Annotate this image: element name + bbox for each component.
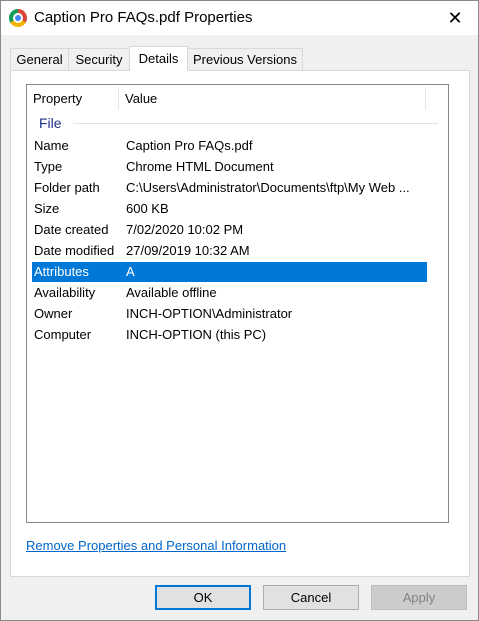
column-header-property[interactable]: Property — [27, 85, 118, 112]
details-list[interactable]: Property Value File Name Caption Pro FAQ… — [26, 84, 449, 523]
property-name: Date modified — [34, 243, 115, 258]
chrome-icon — [9, 9, 27, 27]
details-panel: Property Value File Name Caption Pro FAQ… — [10, 70, 470, 577]
list-item[interactable]: Date created 7/02/2020 10:02 PM — [32, 220, 427, 240]
property-name: Type — [34, 159, 63, 174]
remove-properties-link[interactable]: Remove Properties and Personal Informati… — [26, 538, 286, 553]
property-value: A — [126, 264, 135, 279]
property-value: 27/09/2019 10:32 AM — [126, 243, 250, 258]
tab-details[interactable]: Details — [129, 46, 188, 71]
tab-security[interactable]: Security — [68, 48, 130, 70]
group-header-file[interactable]: File — [27, 113, 448, 133]
tab-previous-versions[interactable]: Previous Versions — [187, 48, 303, 70]
property-value: INCH-OPTION (this PC) — [126, 327, 267, 342]
list-item[interactable]: Computer INCH-OPTION (this PC) — [32, 325, 427, 345]
list-header: Property Value — [27, 85, 448, 112]
property-name: Date created — [34, 222, 109, 237]
column-header-value[interactable]: Value — [119, 85, 425, 112]
close-button[interactable]: ✕ — [432, 1, 478, 35]
list-item[interactable]: Owner INCH-OPTION\Administrator — [32, 304, 427, 324]
list-item[interactable]: Type Chrome HTML Document — [32, 157, 427, 177]
list-item[interactable]: Size 600 KB — [32, 199, 427, 219]
property-value: Chrome HTML Document — [126, 159, 274, 174]
close-icon: ✕ — [447, 7, 463, 28]
property-name: Name — [34, 138, 69, 153]
column-divider[interactable] — [425, 87, 426, 110]
property-value: Available offline — [126, 285, 217, 300]
property-value: 7/02/2020 10:02 PM — [126, 222, 244, 237]
property-value: Caption Pro FAQs.pdf — [126, 138, 253, 153]
property-value: INCH-OPTION\Administrator — [126, 306, 293, 321]
list-item[interactable]: Date modified 27/09/2019 10:32 AM — [32, 241, 427, 261]
list-item[interactable]: Name Caption Pro FAQs.pdf — [32, 136, 427, 156]
list-item-selected[interactable]: Attributes A — [32, 262, 427, 282]
title-bar: Caption Pro FAQs.pdf Properties ✕ — [1, 1, 478, 35]
ok-button[interactable]: OK — [155, 585, 251, 610]
property-name: Attributes — [34, 264, 89, 279]
property-name: Owner — [34, 306, 73, 321]
apply-button[interactable]: Apply — [371, 585, 467, 610]
property-name: Computer — [34, 327, 92, 342]
tab-general[interactable]: General — [10, 48, 69, 70]
property-name: Size — [34, 201, 60, 216]
property-value: C:\Users\Administrator\Documents\ftp\My … — [126, 180, 410, 195]
property-name: Folder path — [34, 180, 100, 195]
cancel-button[interactable]: Cancel — [263, 585, 359, 610]
properties-dialog: Caption Pro FAQs.pdf Properties ✕ Genera… — [0, 0, 479, 621]
window-title: Caption Pro FAQs.pdf Properties — [34, 9, 253, 26]
property-name: Availability — [34, 285, 96, 300]
list-item[interactable]: Folder path C:\Users\Administrator\Docum… — [32, 178, 427, 198]
group-label: File — [39, 115, 62, 131]
group-divider — [73, 123, 438, 124]
list-item[interactable]: Availability Available offline — [32, 283, 427, 303]
property-value: 600 KB — [126, 201, 169, 216]
